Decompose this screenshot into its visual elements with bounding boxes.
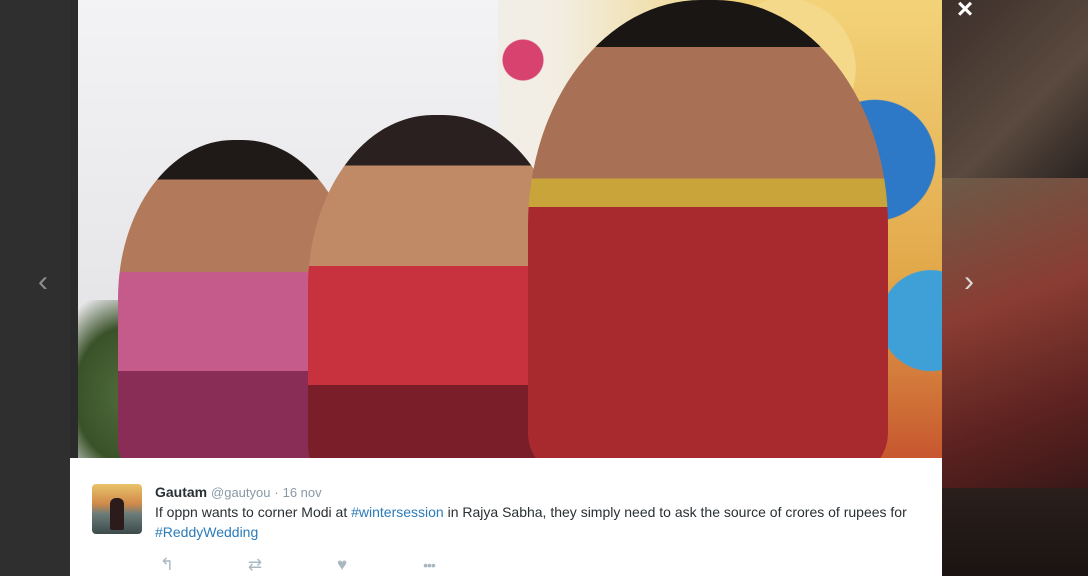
adjacent-media-tile	[942, 178, 1088, 488]
chevron-left-icon[interactable]: ‹	[28, 262, 58, 302]
hashtag-link[interactable]: #wintersession	[351, 504, 444, 520]
author-name[interactable]: Gautam	[155, 484, 207, 500]
tweet-text-part: If oppn wants to corner Modi at	[155, 504, 352, 520]
more-icon[interactable]: •••	[417, 554, 441, 576]
author-handle[interactable]: @gautyou	[211, 485, 270, 500]
heart-icon[interactable]: ♥	[330, 554, 354, 576]
tweet-card: Gautam @gautyou · 16 nov If oppn wants t…	[70, 458, 942, 576]
tweet-author: Gautam @gautyou · 16 nov	[155, 484, 322, 500]
adjacent-media-tile	[942, 0, 1088, 178]
close-icon[interactable]: ×	[950, 0, 980, 24]
avatar[interactable]	[92, 484, 142, 534]
reply-icon[interactable]: ↰	[155, 554, 179, 576]
hashtag-link[interactable]: #ReddyWedding	[155, 524, 258, 540]
avatar-figure	[110, 498, 124, 530]
tweet-text: If oppn wants to corner Modi at #winters…	[155, 502, 925, 542]
photo-person	[528, 0, 888, 458]
tweet-media-photo	[78, 0, 942, 458]
chevron-right-icon[interactable]: ›	[954, 262, 984, 302]
retweet-icon[interactable]: ⇄	[243, 554, 267, 576]
tweet-actions: ↰ ⇄ ♥ •••	[155, 554, 515, 576]
tweet-text-part: in Rajya Sabha, they simply need to ask …	[443, 504, 907, 520]
separator: ·	[274, 485, 279, 500]
adjacent-media-tile	[942, 488, 1088, 576]
tweet-date[interactable]: 16 nov	[283, 485, 322, 500]
